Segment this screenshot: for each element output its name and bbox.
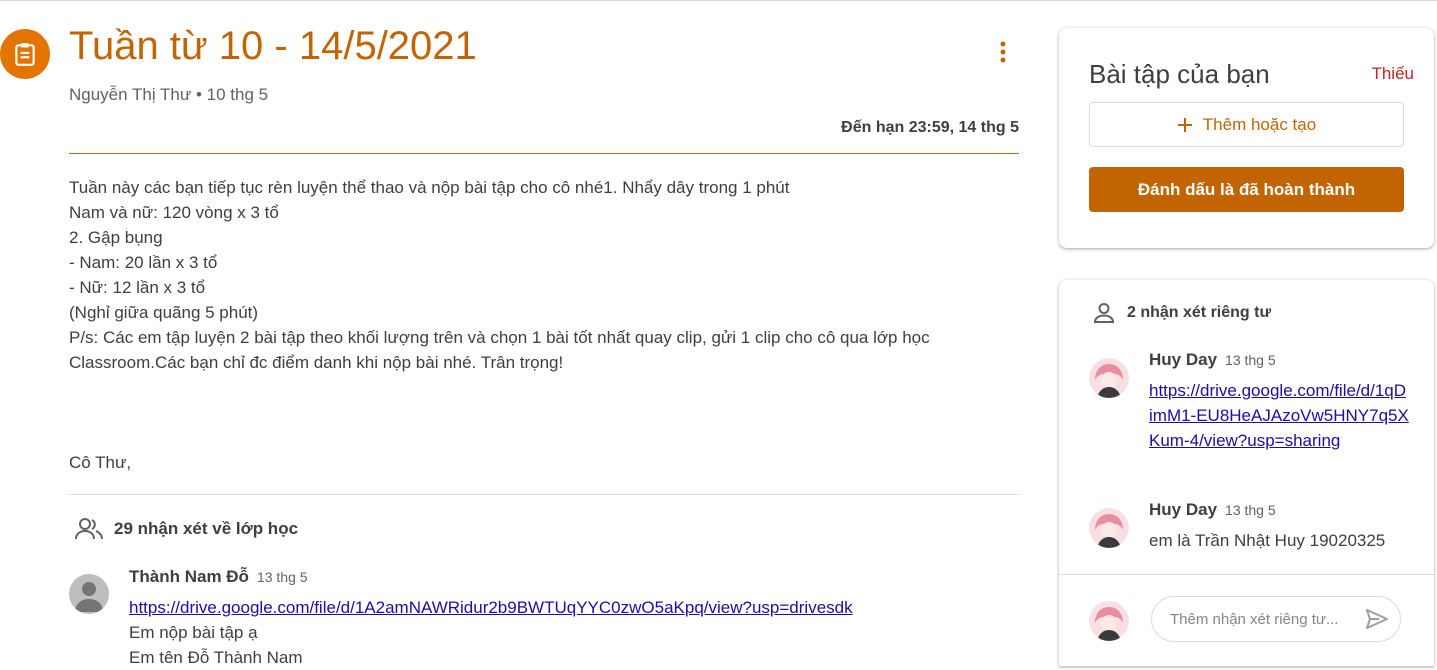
status-badge: Thiếu (1371, 64, 1414, 83)
comment-text: em là Trần Nhật Huy 19020325 (1149, 531, 1386, 550)
comment-link[interactable]: https://drive.google.com/file/d/1qDimM1-… (1149, 378, 1409, 453)
add-or-create-label: Thêm hoặc tạo (1202, 114, 1317, 134)
send-button[interactable] (1365, 608, 1389, 634)
comment-text-line: Em tên Đỗ Thành Nam (129, 648, 303, 667)
comment-date: 13 thg 5 (1225, 502, 1276, 518)
meta-separator: • (191, 85, 207, 104)
comment-author-row: Thành Nam Đỗ 13 thg 5 (129, 567, 1029, 587)
description-line: Tuần này các bạn tiếp tục rèn luyện thể … (69, 178, 790, 197)
description-line: (Nghỉ giữa quãng 5 phút) (69, 303, 259, 322)
description-line: Classroom.Các bạn chỉ đc điểm danh khi n… (69, 353, 564, 372)
your-work-card: Bài tập của bạn Thiếu Thêm hoặc tạo Đánh… (1059, 28, 1434, 248)
private-comments-header[interactable]: 2 nhận xét riêng tư (1093, 302, 1271, 324)
top-divider (0, 0, 1437, 1)
comment-link[interactable]: https://drive.google.com/file/d/1A2amNAW… (129, 595, 1029, 620)
avatar (1089, 601, 1129, 641)
assignment-icon (0, 29, 50, 79)
header-divider (69, 153, 1019, 154)
due-date: Đến hạn 23:59, 14 thg 5 (841, 119, 1019, 136)
add-or-create-button[interactable]: Thêm hoặc tạo (1089, 102, 1404, 147)
person-icon (1093, 303, 1115, 323)
assignment-description: Tuần này các bạn tiếp tục rèn luyện thể … (69, 175, 1014, 475)
your-work-title: Bài tập của bạn (1089, 59, 1270, 89)
assignment-author: Nguyễn Thị Thư (69, 85, 192, 104)
add-icon (1177, 117, 1192, 132)
avatar (69, 574, 109, 614)
assignment-meta: Nguyễn Thị Thư • 10 thg 5 (69, 85, 268, 105)
private-comment-placeholder: Thêm nhận xét riêng tư... (1170, 610, 1339, 628)
class-comments-header[interactable]: 29 nhận xét về lớp học (74, 517, 298, 541)
description-line: Nam và nữ: 120 vòng x 3 tổ (69, 203, 279, 222)
people-icon (75, 518, 103, 540)
comment-author-row: Huy Day 13 thg 5 (1149, 350, 1409, 370)
assignment-posted-date: 10 thg 5 (206, 85, 269, 104)
description-signature: Cô Thư, (69, 453, 132, 472)
comment-author: Huy Day (1149, 350, 1218, 369)
mark-as-done-button[interactable]: Đánh dấu là đã hoàn thành (1089, 167, 1404, 212)
private-comments-divider (1059, 574, 1434, 575)
avatar (1089, 358, 1129, 398)
comment-date: 13 thg 5 (256, 569, 308, 585)
comment-date: 13 thg 5 (1225, 352, 1276, 368)
description-line: - Nam: 20 lần x 3 tổ (69, 253, 218, 272)
private-comments-count: 2 nhận xét riêng tư (1127, 304, 1272, 321)
description-line: 2. Gập bụng (69, 228, 163, 247)
send-icon (1366, 609, 1388, 629)
comment-author: Huy Day (1149, 500, 1218, 519)
description-line: P/s: Các em tập luyện 2 bài tập theo khố… (69, 328, 930, 347)
private-comment-input[interactable]: Thêm nhận xét riêng tư... (1151, 596, 1401, 642)
comment-author-row: Huy Day 13 thg 5 (1149, 500, 1409, 520)
private-comments-card: 2 nhận xét riêng tư Huy Day 13 thg 5 http… (1059, 280, 1434, 666)
more-options-button[interactable] (989, 38, 1017, 66)
comments-divider (69, 494, 1019, 495)
comment-text-line: Em nộp bài tập ạ (129, 623, 258, 642)
more-vert-icon (1000, 41, 1006, 63)
description-line: - Nữ: 12 lần x 3 tổ (69, 278, 206, 297)
comment-author: Thành Nam Đỗ (129, 567, 249, 586)
avatar (1089, 508, 1129, 548)
class-comments-count: 29 nhận xét về lớp học (114, 519, 299, 538)
assignment-title: Tuần từ 10 - 14/5/2021 (69, 24, 477, 68)
